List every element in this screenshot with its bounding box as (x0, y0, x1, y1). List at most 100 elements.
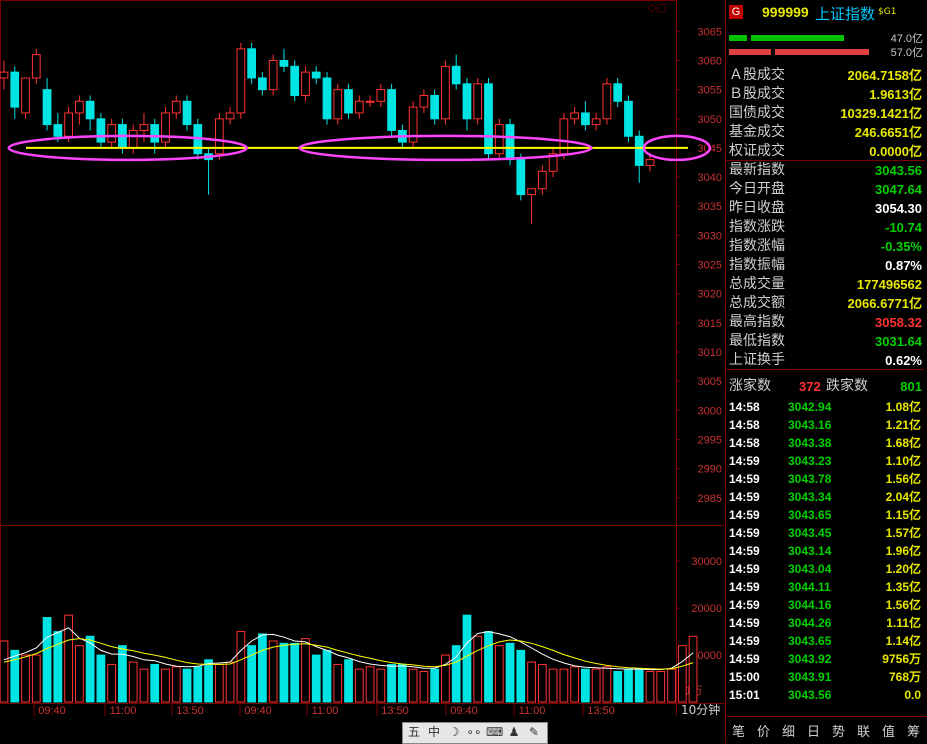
stat-label: 指数涨跌 (729, 219, 785, 235)
candle-up (0, 71, 9, 79)
stat-label: 最高指数 (729, 314, 785, 330)
panel-tab[interactable]: 值 (882, 721, 895, 740)
kline-chart[interactable]: ◇□30653060305530503045304030353030302530… (0, 0, 726, 743)
price-tick-label: 3035 (698, 201, 722, 213)
price-tick-label: 3005 (698, 376, 722, 388)
candle-up (527, 188, 536, 196)
candle-up (537, 170, 547, 190)
price-tick-label: 3040 (698, 172, 722, 184)
volume-bar-down (322, 649, 332, 703)
stat-label: 总成交额 (729, 295, 785, 311)
sell-volume-value: 57.0亿 (890, 47, 923, 59)
time-tick-label: 09:40 (244, 705, 272, 717)
tick-time: 14:59 (729, 508, 760, 522)
price-tick-label: 2985 (698, 493, 722, 505)
time-tick-label: 13:50 (176, 705, 204, 717)
candle-down (624, 100, 633, 137)
tick-row: 14:58 3043.38 1.68亿 (726, 434, 925, 452)
market-badge: G (729, 5, 743, 19)
tick-price: 3044.26 (788, 616, 832, 630)
tick-time: 14:59 (729, 634, 760, 648)
panel-tab[interactable]: 日 (807, 721, 820, 740)
volume-bar-up (570, 666, 580, 703)
candle-down (290, 65, 300, 96)
stat-row: 权证成交 0.0000亿 (726, 142, 925, 161)
tick-row: 14:59 3043.65 1.15亿 (726, 506, 925, 524)
decline-count: 801 (900, 379, 922, 394)
tick-time: 14:59 (729, 526, 760, 540)
five-icon[interactable]: 五 (406, 725, 422, 740)
tick-price: 3044.11 (788, 580, 831, 594)
volume-bar-down (516, 649, 526, 703)
panel-tab[interactable]: 势 (832, 721, 845, 740)
tick-price: 3043.56 (788, 688, 832, 702)
candle-up (602, 83, 612, 120)
volume-bar-up (365, 666, 375, 703)
wrench-icon[interactable]: ✎ (526, 725, 542, 740)
tick-time: 14:59 (729, 598, 760, 612)
candle-down (581, 112, 590, 126)
tick-row: 14:59 3044.11 1.35亿 (726, 578, 925, 596)
volume-bar-up (354, 668, 364, 703)
candle-down (484, 83, 493, 155)
price-tick-label: 3020 (698, 289, 722, 301)
tick-volume: 1.08亿 (885, 400, 921, 414)
volume-bar-down (204, 659, 213, 703)
candle-down (505, 124, 515, 161)
volume-bar-up (139, 668, 149, 703)
tick-time: 15:00 (729, 670, 760, 684)
tick-time: 14:59 (729, 616, 760, 630)
volume-bar-up (376, 668, 386, 703)
stat-row: 指数涨跌 -10.74 (726, 218, 925, 237)
panel-tab[interactable]: 笔 (732, 721, 745, 740)
price-tick-label: 3060 (698, 55, 722, 67)
candle-down (322, 77, 332, 120)
time-tick-label: 09:40 (38, 705, 66, 717)
candle-up (139, 124, 149, 131)
volume-bar-down (634, 668, 644, 703)
time-tick-label: 13:50 (587, 705, 615, 717)
stat-label: 权证成交 (729, 143, 785, 159)
stat-label: 指数振幅 (729, 257, 785, 273)
tick-volume: 1.11亿 (886, 616, 921, 630)
price-tick-label: 3055 (698, 85, 722, 97)
tick-volume: 1.56亿 (885, 472, 921, 486)
volume-bar-up (0, 640, 9, 703)
chinese-input-icon[interactable]: 中 (426, 725, 442, 740)
tick-time: 14:59 (729, 490, 760, 504)
stat-row: 最新指数 3043.56 (726, 161, 925, 180)
stat-label: Ｂ股成交 (729, 86, 785, 102)
stat-row: 国债成交 10329.1421亿 (726, 104, 925, 123)
sell-volume-bar (729, 49, 869, 55)
panel-tab[interactable]: 价 (757, 721, 770, 740)
dots-icon[interactable]: ∘∘ (466, 725, 482, 740)
stat-row: 最低指数 3031.64 (726, 332, 925, 351)
volume-bar-up (171, 666, 181, 703)
keyboard-icon[interactable]: ⌨ (486, 725, 503, 740)
tick-row: 15:00 3043.91 768万 (726, 668, 925, 686)
candle-up (31, 54, 41, 79)
user-icon[interactable]: ♟ (506, 725, 522, 740)
panel-tab[interactable]: 筹 (907, 721, 920, 740)
volume-bar-up (645, 670, 655, 703)
tick-price: 3042.94 (788, 400, 832, 414)
moon-icon[interactable]: ☽ (446, 725, 462, 740)
tick-row: 14:59 3043.65 1.14亿 (726, 632, 925, 650)
panel-tab[interactable]: 细 (782, 721, 795, 740)
volume-bar-up (333, 663, 343, 703)
candle-down (42, 89, 52, 126)
stat-value: 0.62% (885, 353, 922, 368)
tick-time: 14:59 (729, 544, 760, 558)
tick-row: 14:59 3043.14 1.96亿 (726, 542, 925, 560)
time-tick-label: 11:00 (110, 705, 137, 717)
tick-row: 14:59 3043.45 1.57亿 (726, 524, 925, 542)
tick-row: 14:59 3043.78 1.56亿 (726, 470, 925, 488)
panel-tab[interactable]: 联 (857, 721, 870, 740)
stat-label: 最新指数 (729, 162, 785, 178)
time-tick-label: 11:00 (519, 705, 546, 717)
candle-down (344, 89, 353, 114)
candle-down (247, 48, 257, 79)
candle-up (365, 100, 375, 103)
stat-row: 今日开盘 3047.64 (726, 180, 925, 199)
volume-bar-down (182, 668, 192, 703)
